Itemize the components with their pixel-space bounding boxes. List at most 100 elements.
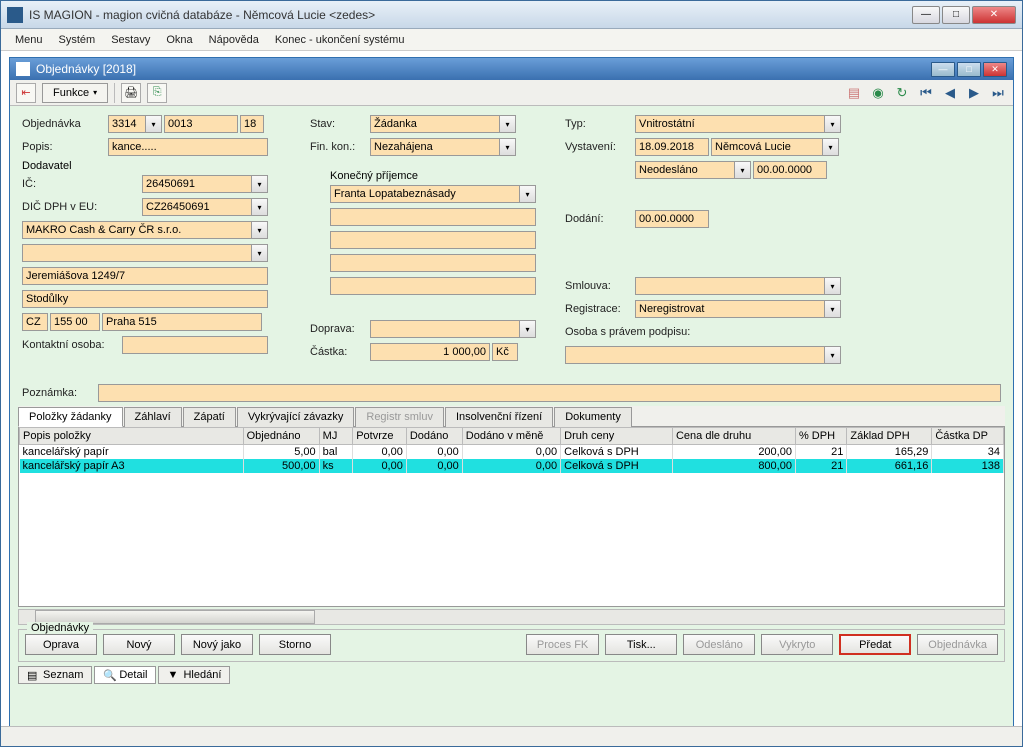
toolbar-icon-1[interactable]: ▤ — [845, 84, 863, 102]
col-potvrze[interactable]: Potvrze — [353, 428, 407, 445]
dic-dropdown[interactable]: ▾ — [252, 198, 268, 216]
poznamka-field[interactable] — [98, 384, 1001, 402]
osoba-field[interactable] — [565, 346, 825, 364]
registrace-dropdown[interactable]: ▾ — [825, 300, 841, 318]
novyjako-button[interactable]: Nový jako — [181, 634, 253, 655]
col-dph[interactable]: % DPH — [795, 428, 846, 445]
table-row[interactable]: kancelářský papír A3 500,00 ks 0,00 0,00… — [20, 459, 1004, 473]
ulice-field[interactable]: Jeremiášova 1249/7 — [22, 267, 268, 285]
mesto-field[interactable]: Stodůlky — [22, 290, 268, 308]
tab-vykryvajici[interactable]: Vykrývající závazky — [237, 407, 355, 427]
col-cenadruhu[interactable]: Cena dle druhu — [672, 428, 795, 445]
odeslano-dropdown[interactable]: ▾ — [735, 161, 751, 179]
typ-dropdown[interactable]: ▾ — [825, 115, 841, 133]
prijemce-field-2[interactable] — [330, 208, 536, 226]
btab-detail[interactable]: 🔍Detail — [94, 666, 156, 684]
stav-dropdown[interactable]: ▾ — [500, 115, 516, 133]
objednavka-series-field[interactable]: 3314 — [108, 115, 146, 133]
print-icon[interactable]: 🖨 — [121, 83, 141, 103]
stav-field[interactable]: Žádanka — [370, 115, 500, 133]
vystaveni-user-dropdown[interactable]: ▾ — [823, 138, 839, 156]
osoba-dropdown[interactable]: ▾ — [825, 346, 841, 364]
tab-insolvence[interactable]: Insolvenční řízení — [445, 407, 553, 427]
nav-next-icon[interactable]: ▶ — [965, 84, 983, 102]
tab-dokumenty[interactable]: Dokumenty — [554, 407, 632, 427]
dodani-field[interactable]: 00.00.0000 — [635, 210, 709, 228]
minimize-button[interactable]: — — [912, 6, 940, 24]
nav-last-icon[interactable]: ⏭ — [989, 84, 1007, 102]
col-castka[interactable]: Částka DP — [932, 428, 1004, 445]
objednavka-year-field[interactable]: 18 — [240, 115, 264, 133]
close-button[interactable]: ✕ — [972, 6, 1016, 24]
tab-zapati[interactable]: Zápatí — [183, 407, 236, 427]
toolbar-exit-icon[interactable]: ⇤ — [16, 83, 36, 103]
col-objednano[interactable]: Objednáno — [243, 428, 319, 445]
vystaveni-date-field[interactable]: 18.09.2018 — [635, 138, 709, 156]
col-popis[interactable]: Popis položky — [20, 428, 244, 445]
tab-polozky[interactable]: Položky žádanky — [18, 407, 123, 427]
menu-sestavy[interactable]: Sestavy — [105, 32, 156, 48]
nav-first-icon[interactable]: ⏮ — [917, 84, 935, 102]
doprava-field[interactable] — [370, 320, 520, 338]
col-mj[interactable]: MJ — [319, 428, 353, 445]
menu-konec[interactable]: Konec - ukončení systému — [269, 32, 411, 48]
objednavka-series-dropdown[interactable]: ▾ — [146, 115, 162, 133]
dic-field[interactable]: CZ26450691 — [142, 198, 252, 216]
prijemce-field-5[interactable] — [330, 277, 536, 295]
toolbar-icon-2[interactable]: ◉ — [869, 84, 887, 102]
doprava-dropdown[interactable]: ▾ — [520, 320, 536, 338]
oprava-button[interactable]: Oprava — [25, 634, 97, 655]
finkon-field[interactable]: Nezahájena — [370, 138, 500, 156]
maximize-button[interactable]: □ — [942, 6, 970, 24]
smlouva-dropdown[interactable]: ▾ — [825, 277, 841, 295]
menu-system[interactable]: Systém — [53, 32, 102, 48]
col-zaklad[interactable]: Základ DPH — [847, 428, 932, 445]
btab-hledani[interactable]: ▼Hledání — [158, 666, 230, 684]
zeme-field[interactable]: CZ — [22, 313, 48, 331]
psc-field[interactable]: 155 00 — [50, 313, 100, 331]
posta-field[interactable]: Praha 515 — [102, 313, 262, 331]
ic-dropdown[interactable]: ▾ — [252, 175, 268, 193]
prijemce-field-4[interactable] — [330, 254, 536, 272]
dodavatel-extra-field[interactable] — [22, 244, 252, 262]
export-icon[interactable]: ⎘ — [147, 83, 167, 103]
nav-prev-icon[interactable]: ◀ — [941, 84, 959, 102]
tab-zahlavi[interactable]: Záhlaví — [124, 407, 182, 427]
typ-field[interactable]: Vnitrostátní — [635, 115, 825, 133]
smlouva-field[interactable] — [635, 277, 825, 295]
col-dodano[interactable]: Dodáno — [406, 428, 462, 445]
predat-button[interactable]: Předat — [839, 634, 911, 655]
objednavka-num-field[interactable]: 0013 — [164, 115, 238, 133]
menu-okna[interactable]: Okna — [160, 32, 198, 48]
prijemce-field-3[interactable] — [330, 231, 536, 249]
registrace-field[interactable]: Neregistrovat — [635, 300, 825, 318]
grid-hscrollbar[interactable] — [18, 609, 1005, 625]
tisk-button[interactable]: Tisk... — [605, 634, 677, 655]
finkon-dropdown[interactable]: ▾ — [500, 138, 516, 156]
funkce-button[interactable]: Funkce▾ — [42, 83, 108, 103]
ic-field[interactable]: 26450691 — [142, 175, 252, 193]
popis-field[interactable]: kance..... — [108, 138, 268, 156]
odeslano-date-field[interactable]: 00.00.0000 — [753, 161, 827, 179]
col-druhceny[interactable]: Druh ceny — [561, 428, 673, 445]
prijemce-field[interactable]: Franta Lopatabeznásady — [330, 185, 520, 203]
odeslano-field[interactable]: Neodesláno — [635, 161, 735, 179]
btab-seznam[interactable]: ▤Seznam — [18, 666, 92, 684]
prijemce-dropdown[interactable]: ▾ — [520, 185, 536, 203]
grid[interactable]: Popis položky Objednáno MJ Potvrze Dodán… — [18, 427, 1005, 607]
dodavatel-name-dropdown[interactable]: ▾ — [252, 221, 268, 239]
refresh-icon[interactable]: ↻ — [893, 84, 911, 102]
kontakt-field[interactable] — [122, 336, 268, 354]
castka-field[interactable]: 1 000,00 — [370, 343, 490, 361]
dodavatel-extra-dropdown[interactable]: ▾ — [252, 244, 268, 262]
dodavatel-name-field[interactable]: MAKRO Cash & Carry ČR s.r.o. — [22, 221, 252, 239]
menu-napoveda[interactable]: Nápověda — [203, 32, 265, 48]
table-row[interactable]: kancelářský papír 5,00 bal 0,00 0,00 0,0… — [20, 445, 1004, 460]
inner-maximize-button[interactable]: □ — [957, 62, 981, 77]
vystaveni-user-field[interactable]: Němcová Lucie — [711, 138, 823, 156]
novy-button[interactable]: Nový — [103, 634, 175, 655]
menu-menu[interactable]: Menu — [9, 32, 49, 48]
inner-close-button[interactable]: ✕ — [983, 62, 1007, 77]
inner-minimize-button[interactable]: — — [931, 62, 955, 77]
storno-button[interactable]: Storno — [259, 634, 331, 655]
